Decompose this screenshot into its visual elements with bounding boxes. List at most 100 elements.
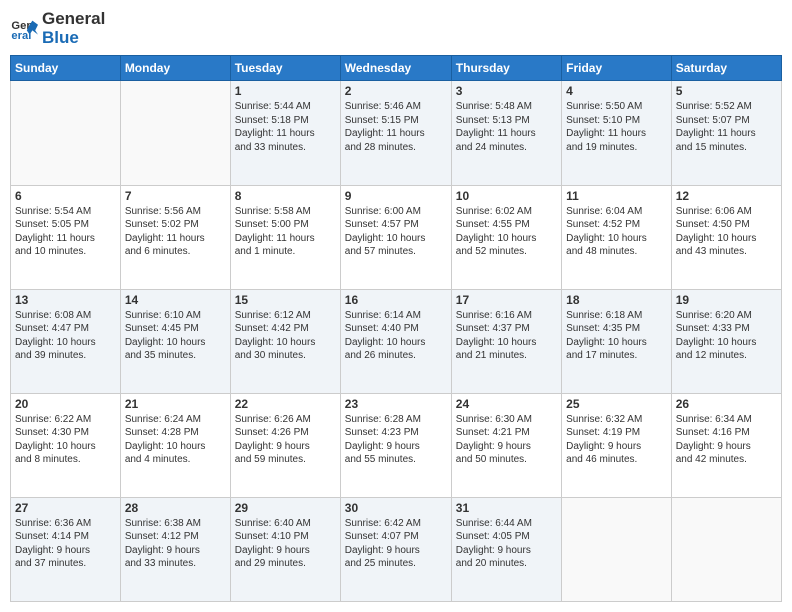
calendar-cell — [671, 497, 781, 601]
calendar-cell: 17 Sunrise: 6:16 AM Sunset: 4:37 PM Dayli… — [451, 289, 561, 393]
day-info: Sunrise: 6:16 AM Sunset: 4:37 PM Dayligh… — [456, 309, 557, 363]
day-number: 25 — [566, 397, 667, 411]
day-number: 4 — [566, 84, 667, 98]
calendar-header-wednesday: Wednesday — [340, 56, 451, 81]
calendar-cell: 31 Sunrise: 6:44 AM Sunset: 4:05 PM Dayli… — [451, 497, 561, 601]
calendar-cell: 4 Sunrise: 5:50 AM Sunset: 5:10 PM Daylig… — [562, 81, 672, 185]
calendar-header-row: SundayMondayTuesdayWednesdayThursdayFrid… — [11, 56, 782, 81]
calendar-cell: 24 Sunrise: 6:30 AM Sunset: 4:21 PM Dayli… — [451, 393, 561, 497]
day-info: Sunrise: 6:00 AM Sunset: 4:57 PM Dayligh… — [345, 205, 447, 259]
day-number: 12 — [676, 189, 777, 203]
day-number: 10 — [456, 189, 557, 203]
day-number: 15 — [235, 293, 336, 307]
calendar-header-saturday: Saturday — [671, 56, 781, 81]
calendar-header-sunday: Sunday — [11, 56, 121, 81]
calendar-cell: 16 Sunrise: 6:14 AM Sunset: 4:40 PM Dayli… — [340, 289, 451, 393]
calendar-week-3: 13Sunrise: 6:08 AM Sunset: 4:47 PM Dayli… — [11, 289, 782, 393]
calendar-cell — [562, 497, 672, 601]
day-number: 28 — [125, 501, 226, 515]
day-number: 20 — [15, 397, 116, 411]
day-info: Sunrise: 5:58 AM Sunset: 5:00 PM Dayligh… — [235, 205, 336, 259]
day-number: 21 — [125, 397, 226, 411]
calendar-cell: 22 Sunrise: 6:26 AM Sunset: 4:26 PM Dayli… — [230, 393, 340, 497]
day-info: Sunrise: 6:12 AM Sunset: 4:42 PM Dayligh… — [235, 309, 336, 363]
day-number: 9 — [345, 189, 447, 203]
day-number: 2 — [345, 84, 447, 98]
day-info: Sunrise: 6:24 AM Sunset: 4:28 PM Dayligh… — [125, 413, 226, 467]
calendar-week-4: 20 Sunrise: 6:22 AM Sunset: 4:30 PM Dayli… — [11, 393, 782, 497]
day-info: Sunrise: 6:32 AM Sunset: 4:19 PM Dayligh… — [566, 413, 667, 467]
calendar-cell: 5Sunrise: 5:52 AM Sunset: 5:07 PM Daylig… — [671, 81, 781, 185]
day-info: Sunrise: 6:42 AM Sunset: 4:07 PM Dayligh… — [345, 517, 447, 571]
calendar-week-2: 6 Sunrise: 5:54 AM Sunset: 5:05 PM Daylig… — [11, 185, 782, 289]
calendar-week-5: 27Sunrise: 6:36 AM Sunset: 4:14 PM Dayli… — [11, 497, 782, 601]
calendar-cell: 23 Sunrise: 6:28 AM Sunset: 4:23 PM Dayli… — [340, 393, 451, 497]
day-info: Sunrise: 6:28 AM Sunset: 4:23 PM Dayligh… — [345, 413, 447, 467]
day-info: Sunrise: 6:22 AM Sunset: 4:30 PM Dayligh… — [15, 413, 116, 467]
day-number: 6 — [15, 189, 116, 203]
logo-text-general: General — [42, 9, 105, 28]
day-info: Sunrise: 5:46 AM Sunset: 5:15 PM Dayligh… — [345, 100, 447, 154]
calendar-cell: 27Sunrise: 6:36 AM Sunset: 4:14 PM Dayli… — [11, 497, 121, 601]
day-info: Sunrise: 6:20 AM Sunset: 4:33 PM Dayligh… — [676, 309, 777, 363]
day-number: 8 — [235, 189, 336, 203]
day-number: 19 — [676, 293, 777, 307]
calendar-cell — [120, 81, 230, 185]
day-number: 27 — [15, 501, 116, 515]
calendar-cell: 15 Sunrise: 6:12 AM Sunset: 4:42 PM Dayli… — [230, 289, 340, 393]
day-info: Sunrise: 6:38 AM Sunset: 4:12 PM Dayligh… — [125, 517, 226, 571]
calendar-header-tuesday: Tuesday — [230, 56, 340, 81]
day-number: 1 — [235, 84, 336, 98]
calendar-table: SundayMondayTuesdayWednesdayThursdayFrid… — [10, 55, 782, 602]
calendar-header-thursday: Thursday — [451, 56, 561, 81]
day-info: Sunrise: 5:50 AM Sunset: 5:10 PM Dayligh… — [566, 100, 667, 154]
day-info: Sunrise: 5:56 AM Sunset: 5:02 PM Dayligh… — [125, 205, 226, 259]
day-info: Sunrise: 6:14 AM Sunset: 4:40 PM Dayligh… — [345, 309, 447, 363]
day-info: Sunrise: 6:26 AM Sunset: 4:26 PM Dayligh… — [235, 413, 336, 467]
day-info: Sunrise: 6:08 AM Sunset: 4:47 PM Dayligh… — [15, 309, 116, 363]
day-number: 16 — [345, 293, 447, 307]
day-number: 31 — [456, 501, 557, 515]
calendar-cell: 20 Sunrise: 6:22 AM Sunset: 4:30 PM Dayli… — [11, 393, 121, 497]
calendar-cell: 1 Sunrise: 5:44 AM Sunset: 5:18 PM Daylig… — [230, 81, 340, 185]
day-info: Sunrise: 6:06 AM Sunset: 4:50 PM Dayligh… — [676, 205, 777, 259]
logo-icon: Gen eral — [10, 15, 38, 43]
calendar-cell: 28 Sunrise: 6:38 AM Sunset: 4:12 PM Dayli… — [120, 497, 230, 601]
day-info: Sunrise: 5:44 AM Sunset: 5:18 PM Dayligh… — [235, 100, 336, 154]
day-info: Sunrise: 6:34 AM Sunset: 4:16 PM Dayligh… — [676, 413, 777, 467]
calendar-week-1: 1 Sunrise: 5:44 AM Sunset: 5:18 PM Daylig… — [11, 81, 782, 185]
day-number: 18 — [566, 293, 667, 307]
day-number: 7 — [125, 189, 226, 203]
day-number: 11 — [566, 189, 667, 203]
logo: Gen eral General Blue — [10, 10, 105, 47]
calendar-header-monday: Monday — [120, 56, 230, 81]
day-info: Sunrise: 6:10 AM Sunset: 4:45 PM Dayligh… — [125, 309, 226, 363]
calendar-cell: 13Sunrise: 6:08 AM Sunset: 4:47 PM Dayli… — [11, 289, 121, 393]
calendar-cell: 25 Sunrise: 6:32 AM Sunset: 4:19 PM Dayli… — [562, 393, 672, 497]
calendar-cell: 9 Sunrise: 6:00 AM Sunset: 4:57 PM Daylig… — [340, 185, 451, 289]
day-number: 14 — [125, 293, 226, 307]
logo-text-blue: Blue — [42, 29, 105, 48]
day-info: Sunrise: 5:52 AM Sunset: 5:07 PM Dayligh… — [676, 100, 777, 154]
day-number: 24 — [456, 397, 557, 411]
day-number: 29 — [235, 501, 336, 515]
day-number: 23 — [345, 397, 447, 411]
calendar-cell: 8 Sunrise: 5:58 AM Sunset: 5:00 PM Daylig… — [230, 185, 340, 289]
day-info: Sunrise: 5:48 AM Sunset: 5:13 PM Dayligh… — [456, 100, 557, 154]
calendar-cell: 18Sunrise: 6:18 AM Sunset: 4:35 PM Dayli… — [562, 289, 672, 393]
calendar-cell: 12 Sunrise: 6:06 AM Sunset: 4:50 PM Dayli… — [671, 185, 781, 289]
day-number: 3 — [456, 84, 557, 98]
day-info: Sunrise: 5:54 AM Sunset: 5:05 PM Dayligh… — [15, 205, 116, 259]
day-info: Sunrise: 6:44 AM Sunset: 4:05 PM Dayligh… — [456, 517, 557, 571]
calendar-cell: 3 Sunrise: 5:48 AM Sunset: 5:13 PM Daylig… — [451, 81, 561, 185]
day-info: Sunrise: 6:30 AM Sunset: 4:21 PM Dayligh… — [456, 413, 557, 467]
day-info: Sunrise: 6:04 AM Sunset: 4:52 PM Dayligh… — [566, 205, 667, 259]
calendar-cell: 14 Sunrise: 6:10 AM Sunset: 4:45 PM Dayli… — [120, 289, 230, 393]
page-header: Gen eral General Blue — [10, 10, 782, 47]
calendar-cell: 10Sunrise: 6:02 AM Sunset: 4:55 PM Dayli… — [451, 185, 561, 289]
calendar-cell: 21 Sunrise: 6:24 AM Sunset: 4:28 PM Dayli… — [120, 393, 230, 497]
day-number: 17 — [456, 293, 557, 307]
calendar-cell: 2 Sunrise: 5:46 AM Sunset: 5:15 PM Daylig… — [340, 81, 451, 185]
day-number: 22 — [235, 397, 336, 411]
day-number: 30 — [345, 501, 447, 515]
